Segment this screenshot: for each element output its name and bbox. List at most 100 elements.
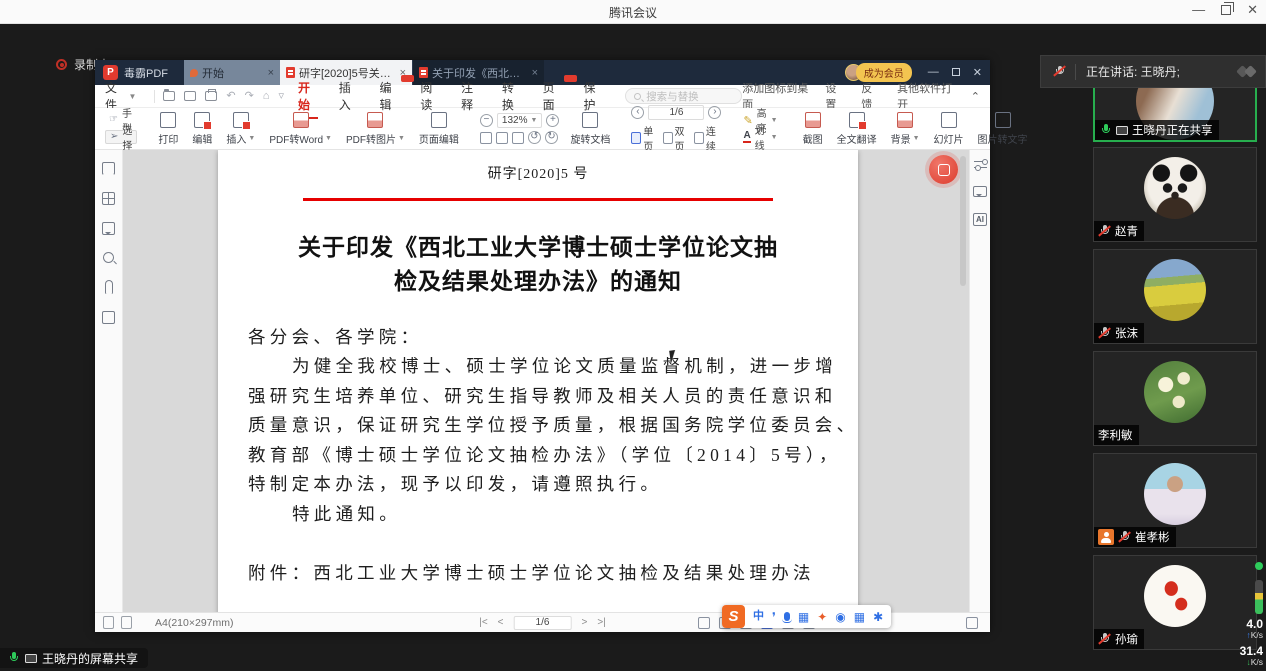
comments-icon[interactable] — [102, 222, 115, 235]
ai-panel-icon[interactable]: AI — [973, 213, 987, 226]
home-icon[interactable]: ⌂ — [263, 91, 270, 102]
zoom-level-field[interactable]: 132%▼ — [497, 113, 543, 128]
thumbnails-icon[interactable] — [102, 192, 115, 205]
video-tile[interactable]: 李利敏 — [1093, 351, 1257, 446]
minimize-icon[interactable]: — — [1192, 2, 1205, 18]
search-input[interactable]: 搜索与替换 — [625, 88, 742, 104]
page-number-field[interactable]: 1/6 — [648, 105, 704, 120]
menu-tab-start[interactable]: 开始 — [298, 79, 318, 113]
soft-keyboard-icon[interactable]: ▦ — [798, 611, 809, 623]
menu-tab-protect[interactable]: 保护 — [583, 79, 603, 113]
recent-pages-icon[interactable] — [102, 311, 115, 324]
menu-tab-edit[interactable]: 编辑 — [380, 79, 400, 113]
pdf-maximize-icon[interactable] — [952, 68, 960, 76]
video-tile[interactable]: 孙瑜 — [1093, 555, 1257, 650]
sogou-input-toolbar: S 中 ❜ ▦ ✦ ◉ ▦ ✱ — [722, 605, 891, 628]
print-icon[interactable] — [205, 91, 217, 101]
next-page-icon[interactable]: > — [582, 617, 588, 628]
pdf-page[interactable]: 研字[2020]5 号 关于印发《西北工业大学博士硕士学位论文抽 检及结果处理办… — [218, 150, 858, 612]
menu-tab-read[interactable]: 阅读 — [420, 79, 440, 113]
restore-icon[interactable] — [1221, 5, 1231, 15]
zoom-in-icon[interactable]: + — [546, 114, 559, 127]
insert-button[interactable]: 插入▼ — [219, 112, 262, 146]
bookmark-icon[interactable] — [102, 162, 115, 175]
print-button[interactable]: 打印 — [151, 112, 185, 146]
tab-close-icon[interactable]: × — [268, 67, 274, 79]
underline-button[interactable]: A 划线▼ — [739, 130, 781, 144]
pdf-document-area: 研字[2020]5 号 关于印发《西北工业大学博士硕士学位论文抽 检及结果处理办… — [95, 150, 990, 612]
punctuation-icon[interactable]: ❜ — [772, 611, 776, 623]
open-file-icon[interactable] — [163, 91, 175, 101]
menu-tab-page[interactable]: 页面 — [543, 79, 563, 113]
zoom-out-icon[interactable]: − — [480, 114, 493, 127]
screen-share-stage: 录制中 P 毒霸PDF 开始 × 研字[2020]5号关于印发《西... × 关… — [0, 24, 1266, 671]
network-status-dot — [1255, 562, 1263, 570]
image-to-text-button[interactable]: 图片转文字 — [971, 112, 1035, 146]
menu-tab-insert[interactable]: 插入 — [339, 79, 359, 113]
undo-icon[interactable]: ↶ — [226, 91, 235, 102]
edit-button[interactable]: 编辑 — [185, 112, 219, 146]
pdf-close-icon[interactable]: ✕ — [973, 66, 982, 79]
statusbar-page-field[interactable]: 1/6 — [514, 616, 572, 630]
continuous-toggle[interactable]: 连续 — [694, 123, 721, 153]
redo-icon[interactable]: ↷ — [245, 91, 254, 102]
pdf-to-word-button[interactable]: PDF转Word▼ — [262, 112, 339, 146]
pdf-minimize-icon[interactable]: — — [928, 66, 939, 79]
single-page-toggle[interactable]: 单页 — [631, 123, 658, 153]
actual-size-icon[interactable] — [512, 132, 524, 144]
prev-page-icon[interactable]: ‹ — [631, 106, 644, 119]
fullscreen-icon[interactable] — [966, 617, 978, 629]
attachment-icon[interactable] — [105, 280, 113, 294]
screen-share-badge[interactable]: 王晓丹的屏幕共享 — [0, 648, 148, 668]
view-settings-icon[interactable] — [974, 160, 987, 170]
last-page-icon[interactable]: >| — [597, 617, 605, 628]
page-size-icon-2[interactable] — [121, 616, 132, 629]
toolbox-grid-icon[interactable]: ▦ — [854, 611, 865, 623]
menu-tab-convert[interactable]: 转换 — [502, 79, 522, 113]
skin-icon[interactable]: ◉ — [835, 611, 845, 623]
slideshow-button[interactable]: 幻灯片 — [927, 112, 971, 146]
document-title: 关于印发《西北工业大学博士硕士学位论文抽 检及结果处理办法》的通知 — [218, 231, 858, 299]
sogou-logo-icon[interactable]: S — [722, 605, 745, 628]
prev-page-icon[interactable]: < — [498, 617, 504, 628]
input-settings-gear-icon[interactable]: ✱ — [873, 611, 883, 623]
menu-tab-annotate[interactable]: 注释 — [461, 79, 481, 113]
page-edit-button[interactable]: 页面编辑 — [412, 112, 466, 146]
fit-width-icon[interactable] — [496, 132, 508, 144]
layout-switch-icons[interactable] — [1238, 67, 1265, 76]
rotate-left-icon[interactable]: ↺ — [528, 131, 541, 144]
rotate-document-button[interactable]: 旋转文档 — [563, 112, 617, 146]
screenshot-button[interactable]: 截图 — [796, 112, 830, 146]
upload-speed: 4.0 ↑K/s — [1246, 618, 1263, 641]
feedback-chat-icon[interactable] — [973, 186, 987, 197]
next-page-icon[interactable]: › — [708, 106, 721, 119]
chevron-down-icon[interactable]: ▿ — [278, 91, 284, 102]
pdf-to-image-button[interactable]: PDF转图片▼ — [339, 112, 412, 146]
first-page-icon[interactable]: |< — [479, 617, 487, 628]
video-tile[interactable]: 崔孝彬 — [1093, 453, 1257, 548]
mic-on-icon — [7, 652, 20, 665]
view-mode-icon-1[interactable] — [698, 617, 710, 629]
video-tile[interactable]: 赵青 — [1093, 147, 1257, 242]
tab-home[interactable]: 开始 × — [184, 60, 280, 85]
vertical-scrollbar[interactable] — [960, 156, 966, 286]
participant-name: 王晓丹正在共享 — [1132, 122, 1213, 138]
save-icon[interactable] — [184, 91, 196, 101]
handwriting-icon[interactable]: ✦ — [817, 611, 827, 623]
background-button[interactable]: 背景▼ — [884, 112, 927, 146]
select-tool-button[interactable]: ➢ 选择 — [105, 130, 137, 144]
rotate-right-icon[interactable]: ↻ — [545, 131, 558, 144]
hand-tool-button[interactable]: ☞ 手型 — [105, 113, 137, 127]
double-page-toggle[interactable]: 双页 — [663, 123, 690, 153]
video-tile[interactable]: 张沫 — [1093, 249, 1257, 344]
quick-convert-float-button[interactable] — [929, 155, 958, 184]
fit-page-icon[interactable] — [480, 132, 492, 144]
voice-input-icon[interactable] — [784, 612, 790, 621]
search-panel-icon[interactable] — [103, 252, 114, 263]
collapse-ribbon-icon[interactable]: ⌃ — [971, 90, 980, 103]
translate-button[interactable]: 全文翻译 — [830, 112, 884, 146]
close-icon[interactable]: ✕ — [1247, 2, 1258, 18]
tab-close-icon[interactable]: × — [532, 67, 538, 79]
input-mode-chinese-icon[interactable]: 中 — [753, 611, 764, 622]
page-size-icon[interactable] — [103, 616, 114, 629]
